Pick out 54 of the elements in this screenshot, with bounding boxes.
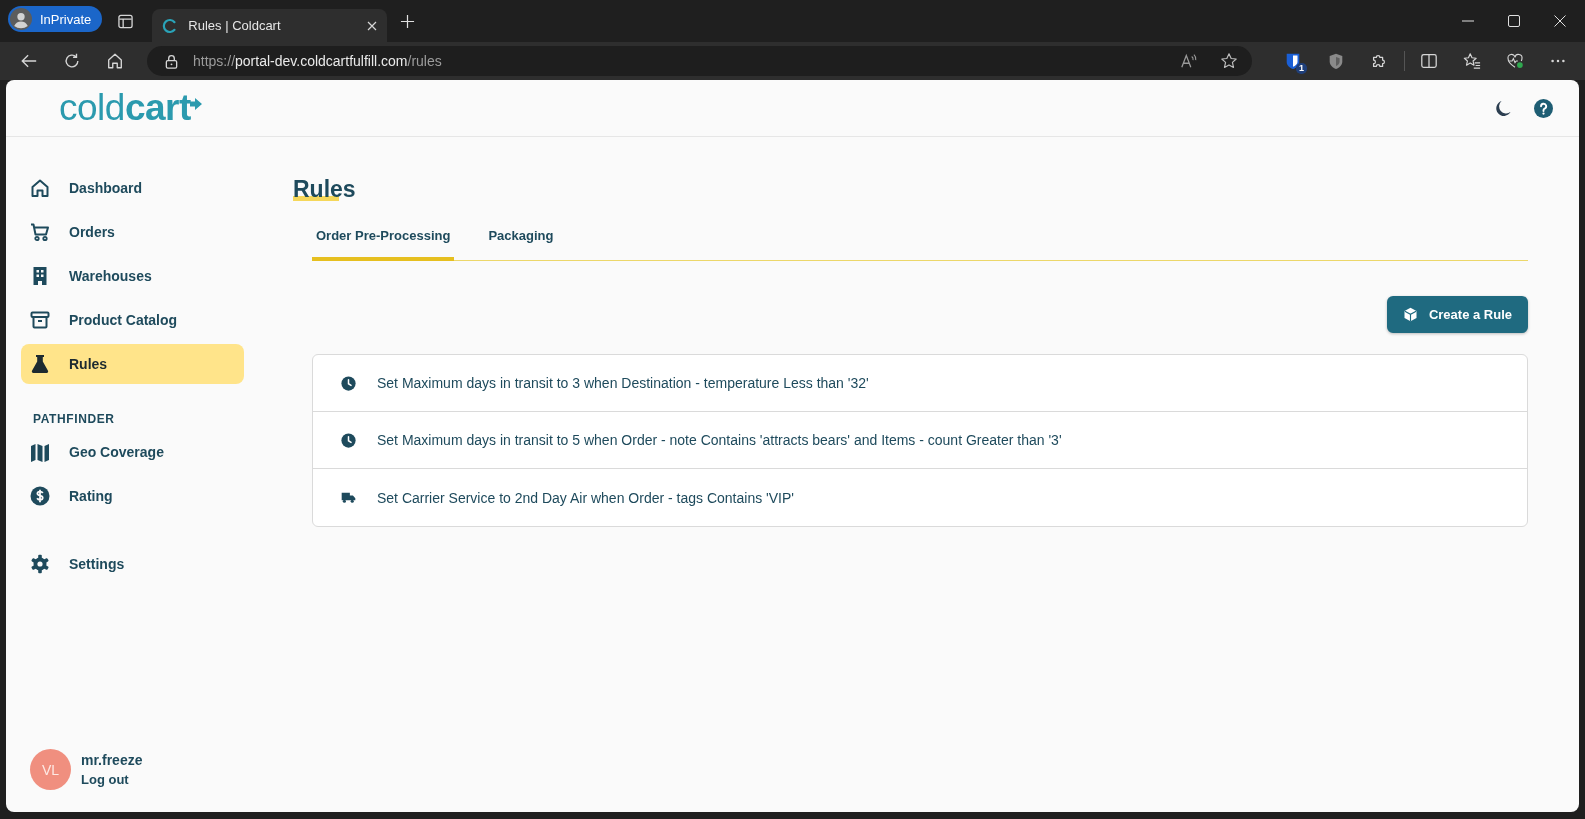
nav-item[interactable]: Orders bbox=[21, 212, 244, 252]
plus-icon[interactable] bbox=[400, 13, 416, 29]
archive-box-icon bbox=[30, 310, 50, 330]
dollar-circle-icon bbox=[30, 486, 50, 506]
section-heading: PATHFINDER bbox=[32, 412, 116, 426]
favorites-icon[interactable] bbox=[1463, 52, 1481, 70]
flask-icon bbox=[30, 354, 50, 374]
home-icon[interactable] bbox=[106, 52, 124, 70]
badge-count: 1 bbox=[1296, 63, 1307, 74]
lock-icon bbox=[164, 53, 179, 69]
star-icon[interactable] bbox=[1220, 52, 1238, 70]
logo-arrow-icon bbox=[189, 98, 202, 110]
close-icon[interactable] bbox=[1554, 15, 1566, 27]
close-icon[interactable] bbox=[367, 20, 378, 31]
tab-actions-icon[interactable] bbox=[118, 13, 134, 29]
nav-item[interactable]: Rules bbox=[21, 344, 244, 384]
address-bar[interactable]: https://portal-dev.coldcartfulfill.com/rules bbox=[147, 46, 1252, 76]
home-icon bbox=[30, 178, 50, 198]
read-aloud-icon[interactable] bbox=[1180, 52, 1198, 70]
maximize-icon[interactable] bbox=[1508, 15, 1520, 27]
nav-item[interactable]: Settings bbox=[21, 544, 244, 584]
nav-item[interactable]: Rating bbox=[21, 476, 244, 516]
cart-icon bbox=[30, 222, 50, 242]
site-favicon-icon bbox=[162, 17, 179, 34]
puzzle-icon[interactable] bbox=[1370, 52, 1388, 70]
user-avatar: VL bbox=[30, 749, 71, 790]
cube-icon bbox=[1402, 307, 1418, 322]
clock-icon bbox=[341, 375, 356, 391]
nav-item[interactable]: Product Catalog bbox=[21, 300, 244, 340]
nav-item[interactable]: Dashboard bbox=[21, 168, 244, 208]
refresh-icon[interactable] bbox=[63, 52, 81, 70]
back-arrow-icon[interactable] bbox=[20, 52, 38, 70]
map-icon bbox=[30, 442, 50, 462]
logo-text: coldcart bbox=[59, 88, 191, 128]
tab[interactable]: Order Pre-Processing bbox=[312, 215, 455, 261]
logout-link[interactable]: Log out bbox=[81, 772, 143, 787]
split-screen-icon[interactable] bbox=[1420, 52, 1438, 70]
truck-icon bbox=[341, 490, 356, 505]
user-name: mr.freeze bbox=[81, 752, 143, 768]
create-rule-button[interactable]: Create a Rule bbox=[1386, 296, 1528, 333]
browser-tab[interactable]: Rules | Coldcart bbox=[152, 9, 388, 42]
gear-icon bbox=[30, 554, 50, 574]
tab[interactable]: Packaging bbox=[484, 215, 558, 261]
nav-item[interactable]: Geo Coverage bbox=[21, 432, 244, 472]
rule-item[interactable]: Set Maximum days in transit to 3 when Destination - temperature Less than '32' bbox=[313, 355, 1527, 412]
clock-icon bbox=[341, 432, 356, 448]
profile-button[interactable]: InPrivate bbox=[8, 6, 103, 32]
heart-pulse-icon[interactable] bbox=[1506, 52, 1524, 70]
avatar-silhouette-icon bbox=[10, 8, 32, 30]
nav-item[interactable]: Warehouses bbox=[21, 256, 244, 296]
rule-item[interactable]: Set Carrier Service to 2nd Day Air when Order - tags Contains 'VIP' bbox=[313, 469, 1527, 526]
rule-item[interactable]: Set Maximum days in transit to 5 when Order - note Contains 'attracts bears' and Items - count Greater than '3' bbox=[313, 412, 1527, 469]
shield-icon[interactable] bbox=[1284, 52, 1302, 70]
help-icon[interactable] bbox=[1534, 98, 1553, 118]
